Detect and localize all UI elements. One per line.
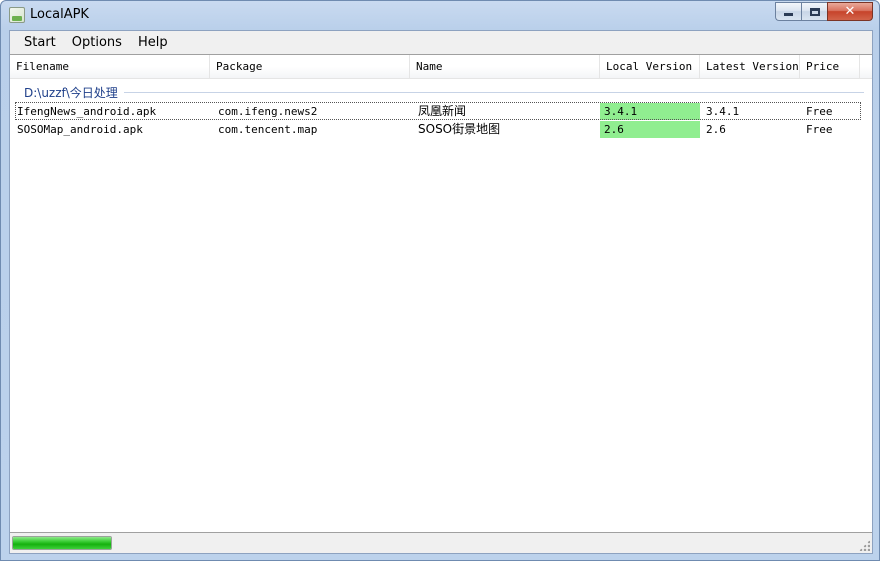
column-header-price[interactable]: Price [800, 55, 860, 79]
minimize-button[interactable] [775, 2, 801, 21]
window-title: LocalAPK [30, 7, 89, 22]
cell-latest-version: 2.6 [706, 122, 726, 136]
group-header[interactable]: D:\uzzf\今日处理 [24, 83, 864, 101]
maximize-button[interactable] [801, 2, 827, 21]
menu-options[interactable]: Options [64, 33, 130, 53]
close-icon: ✕ [844, 4, 856, 19]
maximize-icon [809, 7, 820, 16]
window-controls: ✕ [775, 2, 873, 22]
menu-help[interactable]: Help [130, 33, 176, 53]
cell-price: Free [806, 122, 833, 136]
column-header-name[interactable]: Name [410, 55, 600, 79]
list-rows: IfengNews_android.apk com.ifeng.news2 凤凰… [15, 102, 861, 138]
cell-filename: SOSOMap_android.apk [17, 122, 143, 136]
apk-app-icon [9, 7, 25, 23]
progress-fill [13, 537, 111, 549]
cell-price: Free [806, 104, 833, 118]
column-header-local-version[interactable]: Local Version [600, 55, 700, 79]
minimize-icon [784, 13, 793, 16]
table-row[interactable]: IfengNews_android.apk com.ifeng.news2 凤凰… [15, 102, 861, 120]
cell-package: com.tencent.map [218, 122, 318, 136]
apk-list-view[interactable]: Filename Package Name Local Version Late… [10, 54, 872, 533]
close-button[interactable]: ✕ [827, 2, 873, 21]
cell-local-version: 2.6 [600, 120, 700, 138]
cell-filename: IfengNews_android.apk [17, 104, 157, 118]
group-label: D:\uzzf\今日处理 [24, 85, 118, 100]
cell-name: 凤凰新闻 [418, 103, 467, 118]
list-header: Filename Package Name Local Version Late… [10, 55, 872, 79]
menu-bar: Start Options Help [10, 31, 872, 54]
column-header-filename[interactable]: Filename [10, 55, 210, 79]
status-bar [10, 533, 872, 553]
group-divider [123, 92, 864, 93]
cell-local-version: 3.4.1 [600, 102, 700, 120]
progress-bar [12, 536, 112, 550]
cell-package: com.ifeng.news2 [218, 104, 318, 118]
column-header-package[interactable]: Package [210, 55, 410, 79]
menu-start[interactable]: Start [16, 33, 64, 53]
column-header-latest-version[interactable]: Latest Version [700, 55, 800, 79]
resize-grip-icon[interactable] [859, 540, 870, 551]
cell-latest-version: 3.4.1 [706, 104, 740, 118]
client-area: Start Options Help Filename Package Name… [9, 30, 873, 554]
table-row[interactable]: SOSOMap_android.apk com.tencent.map SOSO… [15, 120, 861, 138]
title-bar[interactable]: LocalAPK ✕ [1, 1, 879, 29]
cell-name: SOSO街景地图 [418, 121, 501, 136]
app-window: LocalAPK ✕ Start Options Help Filename P… [0, 0, 880, 561]
